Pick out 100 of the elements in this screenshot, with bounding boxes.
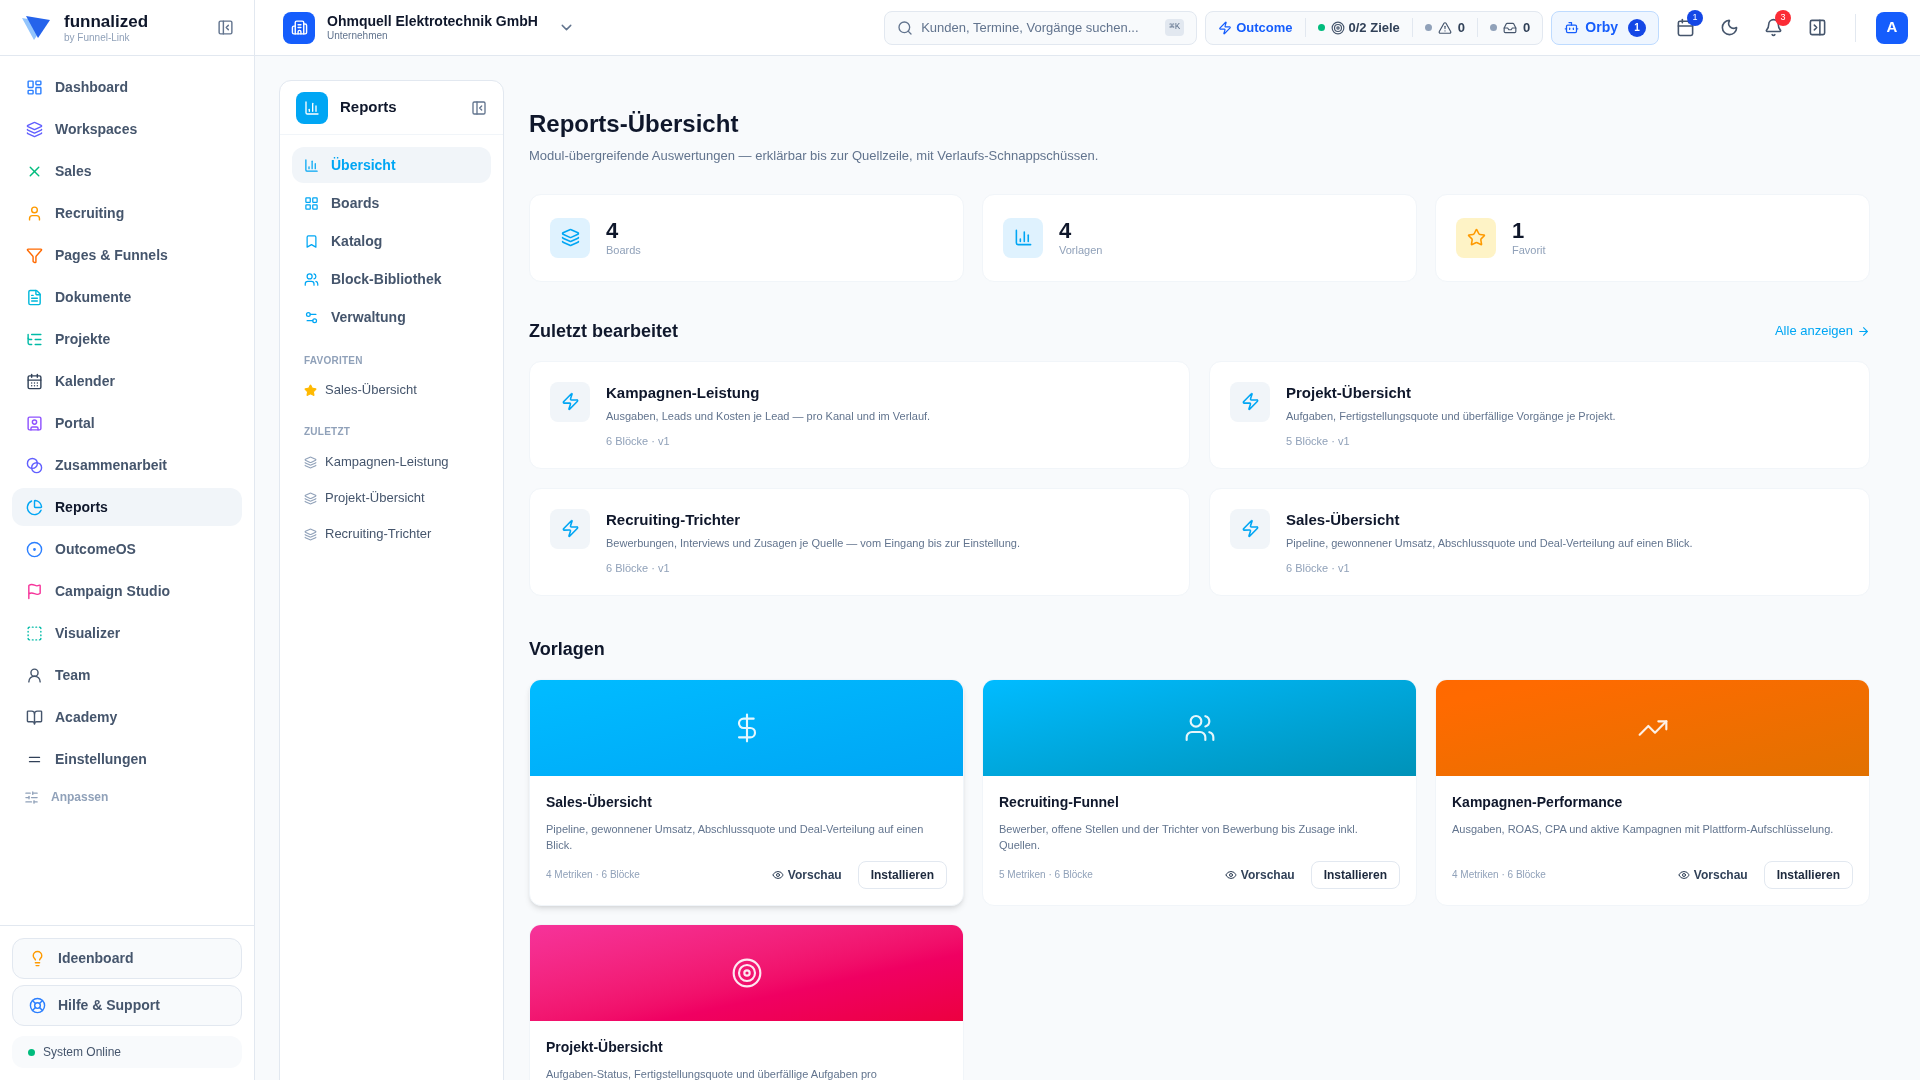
nav-item[interactable]: Dashboard bbox=[12, 68, 242, 106]
subnav-item[interactable]: Block-Bibliothek bbox=[292, 261, 491, 297]
sliders-icon bbox=[24, 789, 39, 805]
nav-item[interactable]: Portal bbox=[12, 404, 242, 442]
subnav-item[interactable]: Boards bbox=[292, 185, 491, 221]
subnav-item[interactable]: Katalog bbox=[292, 223, 491, 259]
install-button[interactable]: Installieren bbox=[1763, 860, 1853, 889]
footer-button[interactable]: Ideenboard bbox=[12, 938, 242, 979]
report-card[interactable]: Kampagnen-Leistung Ausgaben, Leads und Kosten je Lead — pro Kanal und im Verlauf. 6 Blöcke · v1 bbox=[529, 360, 1190, 469]
notification-badge: 3 bbox=[1775, 9, 1791, 26]
favorite-link[interactable]: Sales-Übersicht bbox=[292, 374, 491, 406]
sidebar-icon bbox=[217, 19, 234, 36]
orby-badge: 1 bbox=[1628, 18, 1646, 37]
nav-item[interactable]: Academy bbox=[12, 698, 242, 736]
nav-item[interactable]: Workspaces bbox=[12, 110, 242, 148]
panel-title: Reports bbox=[340, 97, 397, 118]
nav-item[interactable]: Dokumente bbox=[12, 278, 242, 316]
recent-link[interactable]: Projekt-Übersicht bbox=[292, 481, 491, 515]
stat-value: 4 bbox=[1059, 216, 1073, 245]
report-description: Ausgaben, Leads und Kosten je Lead — pro Kanal und im Verlauf. bbox=[606, 409, 931, 424]
calendar-badge: 1 bbox=[1687, 9, 1703, 26]
template-title: Projekt-Übersicht bbox=[546, 1037, 664, 1057]
collapse-panel-button[interactable] bbox=[471, 99, 487, 116]
template-description: Aufgaben-Status, Fertigstellungsquote und überfällige Aufgaben pro bbox=[546, 1066, 878, 1080]
warning-icon bbox=[1437, 20, 1452, 35]
layers-icon bbox=[304, 455, 317, 469]
report-description: Aufgaben, Fertigstellungsquote und überfällige Vorgänge je Projekt. bbox=[1286, 409, 1616, 424]
report-title: Recruiting-Trichter bbox=[606, 509, 742, 530]
bar-chart-icon bbox=[304, 157, 319, 173]
template-meta: 4 Metriken · 6 Blöcke bbox=[1452, 868, 1546, 882]
stat-label: Vorlagen bbox=[1059, 244, 1103, 259]
nav-item[interactable]: Visualizer bbox=[12, 614, 242, 652]
system-status-text: System Online bbox=[43, 1044, 122, 1061]
nav-item[interactable]: Team bbox=[12, 656, 242, 694]
subnav-item[interactable]: Verwaltung bbox=[292, 299, 491, 335]
lightning-icon bbox=[1230, 508, 1270, 549]
section-title: Zuletzt bearbeitet bbox=[529, 319, 679, 343]
section-heading: FAVORITEN bbox=[303, 354, 364, 368]
target-icon bbox=[1330, 20, 1345, 35]
sidebar-icon bbox=[471, 99, 487, 116]
moon-icon bbox=[1719, 18, 1739, 37]
nav-item[interactable]: Kalender bbox=[12, 362, 242, 400]
inbox-count: 0 bbox=[1523, 18, 1531, 37]
recent-link[interactable]: Recruiting-Trichter bbox=[292, 517, 491, 551]
book-icon bbox=[26, 708, 43, 726]
calendar-button[interactable]: 1 bbox=[1667, 9, 1703, 46]
report-title: Kampagnen-Leistung bbox=[606, 382, 761, 403]
preview-button[interactable]: Vorschau bbox=[771, 865, 842, 884]
report-card[interactable]: Projekt-Übersicht Aufgaben, Fertigstellungsquote und überfällige Vorgänge je Projekt. 5 Blöcke · v1 bbox=[1209, 360, 1870, 469]
report-title: Projekt-Übersicht bbox=[1286, 382, 1413, 403]
notifications-button[interactable]: 3 bbox=[1755, 9, 1791, 46]
nav-item[interactable]: Einstellungen bbox=[12, 740, 242, 778]
pie-chart-icon bbox=[26, 498, 43, 516]
nav-item[interactable]: Reports bbox=[12, 488, 242, 526]
lightning-icon bbox=[550, 508, 590, 549]
document-icon bbox=[26, 288, 43, 306]
calendar-icon bbox=[26, 372, 43, 390]
nav-item[interactable]: Sales bbox=[12, 152, 242, 190]
circles-icon bbox=[26, 456, 43, 474]
stat-label: Favorit bbox=[1512, 244, 1546, 259]
nav-item[interactable]: Recruiting bbox=[12, 194, 242, 232]
support-icon bbox=[29, 997, 46, 1014]
outcome-button[interactable]: Outcome bbox=[1218, 17, 1306, 38]
stat-label: Boards bbox=[606, 244, 641, 259]
collapse-sidebar-button[interactable] bbox=[217, 19, 234, 36]
brand-tagline: by Funnel-Link bbox=[64, 31, 131, 45]
eye-icon bbox=[1677, 868, 1690, 881]
nav-item[interactable]: Pages & Funnels bbox=[12, 236, 242, 274]
recent-link[interactable]: Kampagnen-Leistung bbox=[292, 445, 491, 479]
preview-button[interactable]: Vorschau bbox=[1677, 865, 1748, 884]
search-input[interactable]: Kunden, Termine, Vorgänge suchen... bbox=[921, 17, 1158, 38]
orby-button[interactable]: Orby 1 bbox=[1551, 10, 1659, 45]
report-card[interactable]: Sales-Übersicht Pipeline, gewonnener Umsatz, Abschlussquote und Deal-Verteilung auf einen Blick. 6 Blöcke · v1 bbox=[1209, 487, 1870, 596]
toggles-icon bbox=[304, 309, 319, 325]
template-description: Bewerber, offene Stellen und der Trichter von Bewerbung bis Zusage inkl. Quellen. bbox=[999, 821, 1359, 853]
brand-name: funnalized bbox=[64, 10, 149, 32]
target-icon bbox=[730, 956, 763, 989]
lightning-icon bbox=[1230, 381, 1270, 422]
nav-item[interactable]: OutcomeOS bbox=[12, 530, 242, 568]
search-field[interactable]: Kunden, Termine, Vorgänge suchen... ⌘K bbox=[884, 10, 1198, 45]
section-title: Vorlagen bbox=[529, 637, 606, 661]
avatar[interactable]: A bbox=[1876, 11, 1908, 44]
company-type: Unternehmen bbox=[327, 30, 389, 43]
frame-icon bbox=[26, 624, 43, 642]
nav-item[interactable]: Zusammenarbeit bbox=[12, 446, 242, 484]
template-title: Sales-Übersicht bbox=[546, 792, 653, 812]
nav-item[interactable]: Campaign Studio bbox=[12, 572, 242, 610]
preview-button[interactable]: Vorschau bbox=[1224, 865, 1295, 884]
install-button[interactable]: Installieren bbox=[857, 860, 947, 889]
layers-icon bbox=[26, 120, 43, 138]
report-card[interactable]: Recruiting-Trichter Bewerbungen, Interviews und Zusagen je Quelle — vom Eingang bis zur Einstellung. 6 Blöcke · v1 bbox=[529, 487, 1190, 596]
company-logo-icon bbox=[283, 11, 315, 44]
reports-logo-icon bbox=[296, 91, 328, 124]
install-button[interactable]: Installieren bbox=[1310, 860, 1400, 889]
grid-icon bbox=[304, 195, 319, 211]
eye-icon bbox=[771, 868, 784, 881]
stat-value: 4 bbox=[606, 216, 620, 245]
nav-item[interactable]: Projekte bbox=[12, 320, 242, 358]
bookmark-icon bbox=[304, 233, 319, 249]
footer-button[interactable]: Hilfe & Support bbox=[12, 985, 242, 1026]
